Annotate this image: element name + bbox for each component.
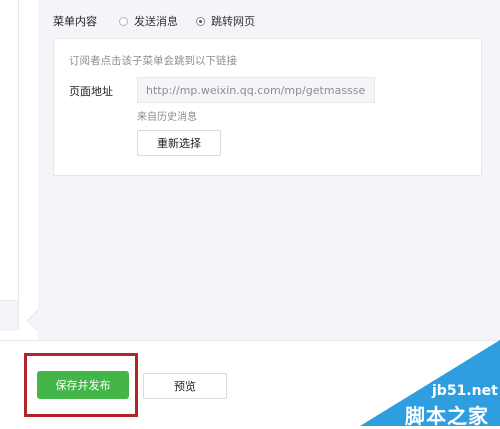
page-address-input[interactable] bbox=[137, 77, 375, 103]
watermark-site: jb51.net bbox=[432, 383, 498, 399]
radio-checked-icon bbox=[196, 16, 205, 26]
save-and-publish-button[interactable]: 保存并发布 bbox=[37, 371, 129, 399]
link-hint-text: 订阅者点击该子菜单会跳到以下链接 bbox=[69, 55, 237, 67]
menu-list-panel bbox=[0, 0, 19, 331]
source-text: 来自历史消息 bbox=[137, 112, 197, 123]
radio-unchecked-icon bbox=[119, 16, 128, 26]
menu-content-row: 菜单内容 发送消息 跳转网页 bbox=[53, 13, 273, 29]
link-settings-card: 订阅者点击该子菜单会跳到以下链接 页面地址 来自历史消息 重新选择 bbox=[53, 38, 482, 176]
radio-jump-webpage-label: 跳转网页 bbox=[211, 15, 255, 28]
page-address-label: 页面地址 bbox=[69, 85, 113, 98]
menu-list-selected-item[interactable] bbox=[0, 300, 18, 331]
preview-button[interactable]: 预览 bbox=[143, 373, 227, 399]
radio-send-message[interactable]: 发送消息 bbox=[119, 13, 178, 29]
reselect-button[interactable]: 重新选择 bbox=[137, 130, 221, 156]
radio-send-message-label: 发送消息 bbox=[134, 15, 178, 28]
watermark-name: 脚本之家 bbox=[405, 404, 489, 428]
radio-jump-webpage[interactable]: 跳转网页 bbox=[196, 13, 255, 29]
menu-content-label: 菜单内容 bbox=[53, 15, 97, 28]
